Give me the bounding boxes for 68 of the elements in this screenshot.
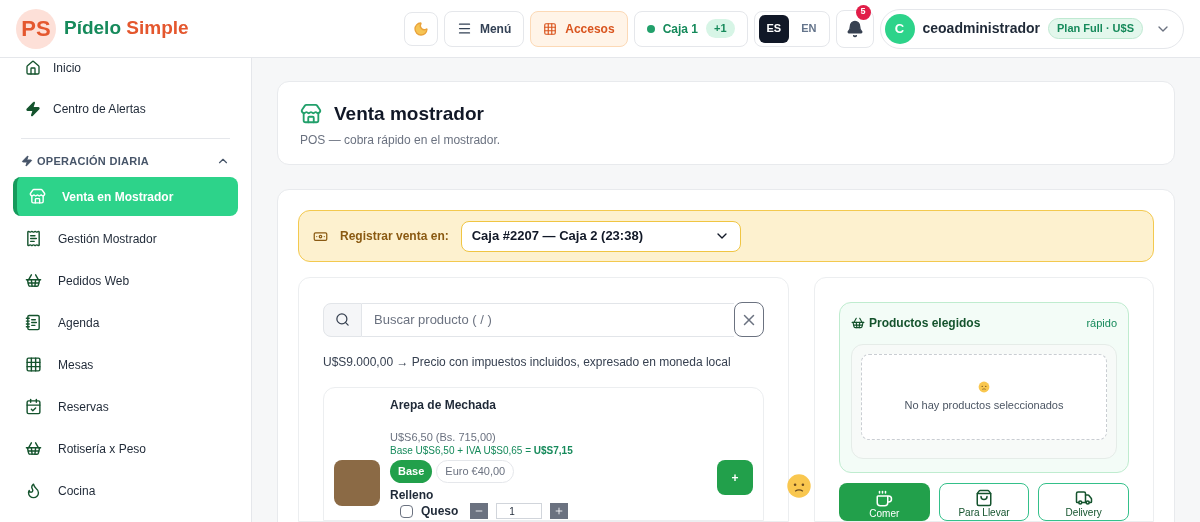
- bag-icon: [975, 489, 993, 507]
- truck-icon: [1074, 489, 1093, 507]
- empty-message: No hay productos seleccionados: [904, 397, 1064, 413]
- increase-button[interactable]: [550, 503, 569, 519]
- lightning-icon: [21, 155, 33, 167]
- moon-icon: [412, 20, 429, 37]
- search-icon: [335, 312, 350, 327]
- grid-icon: [543, 21, 558, 36]
- basket-icon: [25, 272, 42, 289]
- order-type-button[interactable]: Delivery: [1038, 483, 1129, 521]
- cash-register-label: Caja 1: [662, 20, 698, 38]
- user-avatar: C: [884, 13, 915, 44]
- section-header[interactable]: OPERACIÓN DIARIA: [13, 148, 238, 174]
- order-type-button[interactable]: Para Llevar: [938, 483, 1030, 521]
- sidebar-item[interactable]: Reservas: [13, 387, 238, 426]
- register-label: Registrar venta en:: [340, 228, 449, 245]
- notebook-icon: [25, 314, 42, 331]
- sidebar-item[interactable]: Inicio: [13, 58, 238, 88]
- brand-name: Pídelo Simple: [64, 16, 189, 41]
- calendar-icon: [25, 398, 42, 415]
- bell-icon: [845, 19, 864, 38]
- lightning-icon: [25, 101, 41, 117]
- accesos-button[interactable]: Accesos: [530, 10, 628, 47]
- cart-title: Productos elegidos: [869, 315, 981, 332]
- search-field[interactable]: Buscar producto ( / ): [362, 302, 734, 337]
- sidebar-item[interactable]: Mesas: [13, 345, 238, 384]
- theme-toggle-button[interactable]: [403, 11, 438, 46]
- cart-mode: rápido: [1086, 315, 1117, 331]
- sidebar-item[interactable]: Centro de Alertas: [13, 89, 238, 129]
- sidebar-item[interactable]: Agenda: [13, 303, 238, 342]
- user-name: ceoadministrador: [922, 19, 1040, 38]
- basket-icon: [25, 440, 42, 457]
- sidebar-item[interactable]: Gestión Mostrador: [13, 219, 238, 258]
- plus-icon: [554, 506, 565, 516]
- logo: PS: [16, 8, 56, 49]
- receipt-icon: [25, 230, 42, 247]
- product-name: Arepa de Mechada: [390, 397, 498, 414]
- page-subtitle: POS — cobra rápido en el mostrador.: [300, 131, 502, 149]
- basket-icon: [851, 316, 865, 330]
- option-label: Queso: [421, 504, 459, 518]
- store-icon: [300, 103, 322, 126]
- language-option[interactable]: ES: [758, 14, 790, 43]
- option-group-label: Relleno: [390, 488, 435, 502]
- price-breakdown: Base U$S6,50 + IVA U$S0,65 = U$S7,15: [390, 444, 574, 457]
- cash-register-button[interactable]: Caja 1 +1: [633, 10, 748, 47]
- sidebar-item[interactable]: Cocina: [13, 471, 238, 510]
- menu-button[interactable]: Menú: [443, 10, 525, 47]
- sidebar-item[interactable]: Rotisería x Peso: [13, 429, 238, 468]
- product-price: U$S6,50 (Bs. 715,00): [390, 430, 497, 444]
- flame-icon: [25, 482, 42, 499]
- register-select[interactable]: Caja #2207 — Caja 2 (23:38): [460, 220, 741, 252]
- store-icon: [29, 188, 46, 205]
- sidebar-item[interactable]: Pedidos Web: [13, 261, 238, 300]
- grid-icon: [25, 356, 42, 373]
- decrease-button[interactable]: [470, 503, 489, 519]
- cup-icon: [875, 490, 894, 508]
- page-title: Venta mostrador: [334, 102, 484, 126]
- menu-icon: [456, 21, 472, 36]
- cash-register-badge: +1: [706, 19, 735, 38]
- clear-search-button[interactable]: [734, 302, 764, 337]
- checkbox[interactable]: [400, 504, 413, 518]
- notification-count: 5: [855, 4, 871, 20]
- quantity-field[interactable]: 1: [496, 503, 543, 519]
- language-option[interactable]: EN: [793, 14, 825, 43]
- photo-placeholder: [334, 460, 380, 506]
- plan-badge: Plan Full · U$S: [1048, 18, 1143, 39]
- home-icon: [25, 60, 41, 76]
- price-note: U$S9.000,00 → Precio con impuestos incluidos, expresado en moneda local: [323, 354, 732, 371]
